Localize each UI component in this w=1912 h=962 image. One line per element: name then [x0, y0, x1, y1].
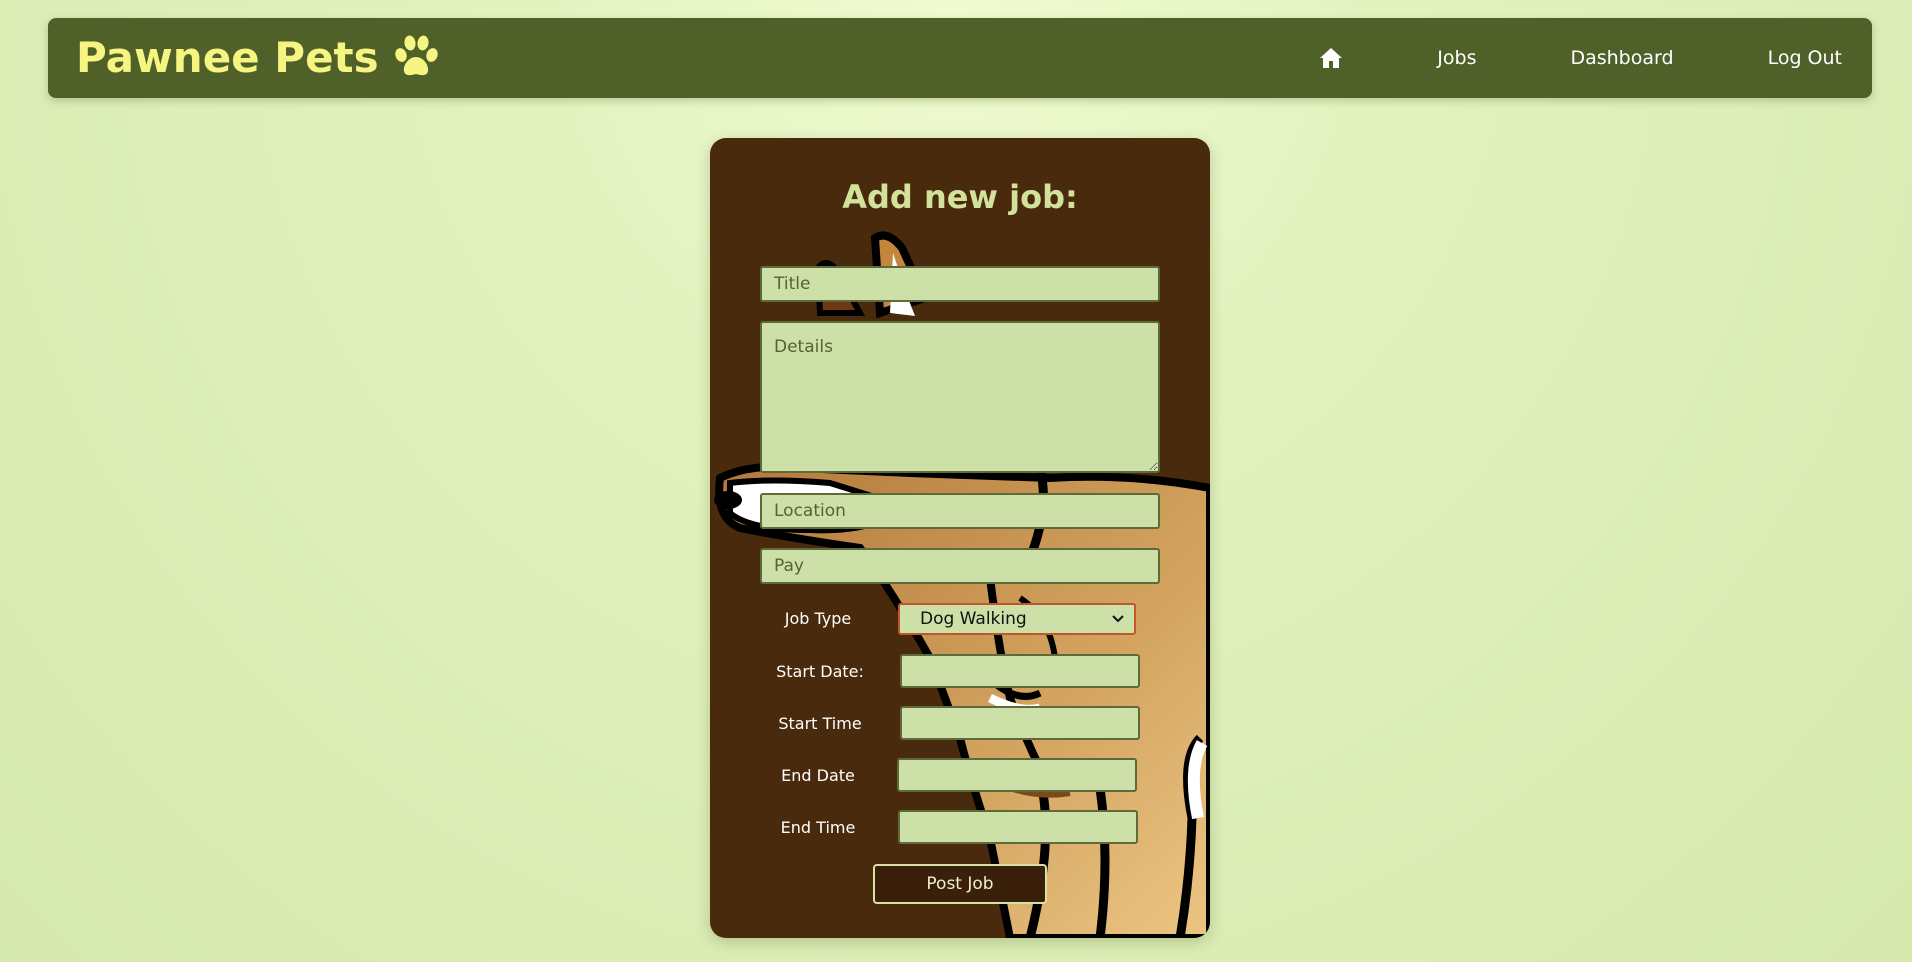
nav-link-dashboard[interactable]: Dashboard [1570, 47, 1673, 69]
brand-logo[interactable]: Pawnee Pets [76, 28, 439, 86]
nav-link-logout[interactable]: Log Out [1768, 47, 1842, 69]
end-date-input[interactable] [897, 758, 1137, 792]
end-time-label: End Time [780, 818, 856, 837]
navbar: Pawnee Pets Jobs Dashboard Log Out [48, 18, 1872, 98]
start-time-label: Start Time [778, 714, 862, 733]
home-icon[interactable] [1319, 47, 1343, 69]
job-type-select[interactable]: Dog Walking [898, 603, 1136, 635]
brand-name: Pawnee Pets [76, 32, 379, 82]
details-textarea[interactable] [760, 321, 1160, 473]
nav-link-jobs[interactable]: Jobs [1437, 47, 1476, 69]
post-job-button[interactable]: Post Job [873, 864, 1047, 904]
chevron-down-icon [1112, 615, 1124, 623]
add-job-card: Add new job: Job Type Dog Walking Start … [710, 138, 1210, 938]
location-input[interactable] [760, 493, 1160, 529]
paw-icon [394, 35, 438, 76]
page-title: Add new job: [842, 178, 1078, 216]
pay-input[interactable] [760, 548, 1160, 584]
start-date-input[interactable] [900, 654, 1140, 688]
nav-links: Jobs Dashboard Log Out [1319, 18, 1842, 98]
start-date-label: Start Date: [776, 662, 864, 681]
start-time-input[interactable] [900, 706, 1140, 740]
end-time-input[interactable] [898, 810, 1138, 844]
job-type-value: Dog Walking [920, 609, 1027, 629]
job-type-label: Job Type [784, 609, 852, 628]
end-date-label: End Date [781, 766, 855, 785]
title-input[interactable] [760, 266, 1160, 302]
